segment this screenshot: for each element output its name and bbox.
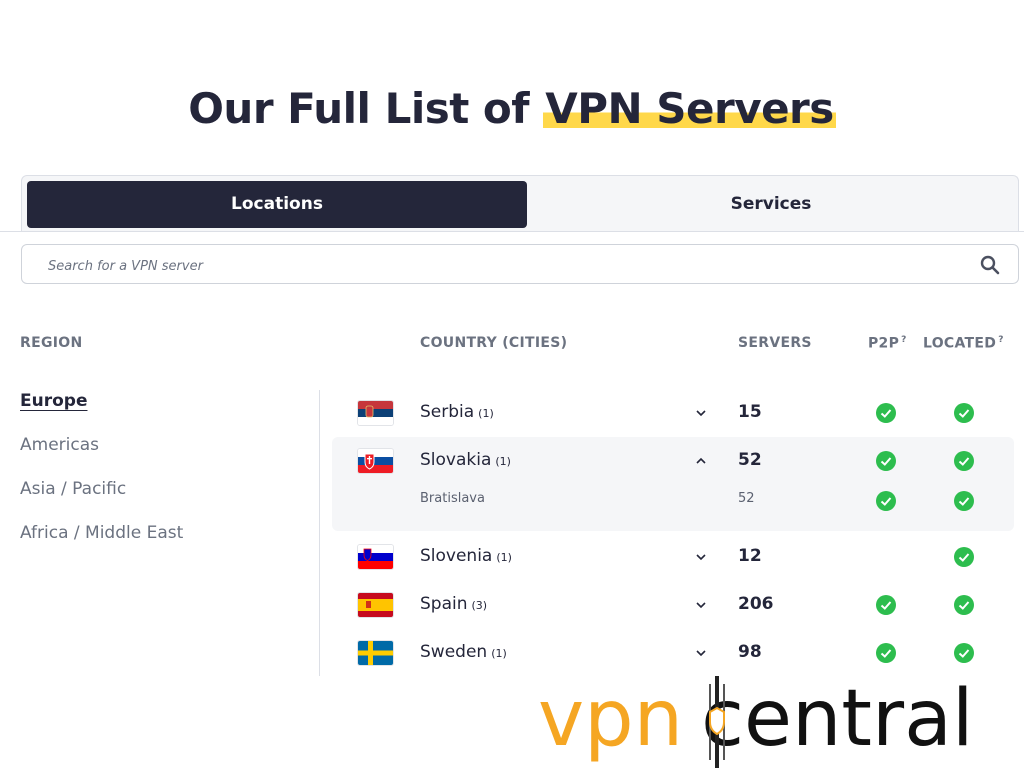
header-servers: SERVERS: [738, 335, 812, 351]
chevron-down-icon[interactable]: [694, 646, 708, 660]
search-bar: [21, 244, 1019, 284]
located-check-icon: [954, 547, 974, 567]
city-count: (1): [496, 551, 512, 564]
chevron-down-icon[interactable]: [694, 598, 708, 612]
header-country: COUNTRY (CITIES): [420, 335, 568, 351]
search-input[interactable]: [46, 254, 950, 278]
p2p-check-icon: [876, 491, 896, 511]
country-row-spain[interactable]: Spain (3) 206: [332, 581, 1014, 629]
country-name-text: Serbia: [420, 402, 475, 422]
city-count: (1): [495, 455, 511, 468]
country-name: Serbia (1): [420, 402, 494, 422]
located-help-icon[interactable]: ?: [998, 335, 1004, 345]
country-row-sweden[interactable]: Sweden (1) 98: [332, 629, 1014, 677]
region-europe[interactable]: Europe: [20, 388, 183, 432]
located-check-icon: [954, 595, 974, 615]
logo-shield-icon: [709, 676, 725, 768]
chevron-up-icon[interactable]: [694, 454, 708, 468]
column-divider: [319, 390, 320, 676]
server-count: 12: [738, 546, 762, 566]
region-africa-middle-east[interactable]: Africa / Middle East: [20, 520, 183, 564]
sweden-flag-icon: [358, 641, 393, 665]
vpncentral-logo: vpn central: [538, 676, 1024, 768]
server-count: 98: [738, 642, 762, 662]
slovenia-flag-icon: [358, 545, 393, 569]
country-name: Slovakia (1): [420, 450, 511, 470]
tab-bar: Locations Services: [21, 175, 1019, 231]
region-americas[interactable]: Americas: [20, 432, 183, 476]
tab-services[interactable]: Services: [527, 181, 1015, 228]
serbia-flag-icon: [358, 401, 393, 425]
p2p-check-icon: [876, 595, 896, 615]
p2p-check-icon: [876, 403, 896, 423]
server-count: 15: [738, 402, 762, 422]
country-name-text: Slovenia: [420, 546, 493, 566]
server-count: 52: [738, 450, 762, 470]
country-name-text: Sweden: [420, 642, 488, 662]
region-list: Europe Americas Asia / Pacific Africa / …: [20, 388, 183, 564]
country-name: Slovenia (1): [420, 546, 512, 566]
city-count: (1): [478, 407, 494, 420]
country-row-slovenia[interactable]: Slovenia (1) 12: [332, 533, 1014, 581]
country-row-serbia[interactable]: Serbia (1) 15: [332, 389, 1014, 437]
header-located: LOCATED?: [923, 335, 1004, 352]
located-check-icon: [954, 451, 974, 471]
city-name: Bratislava: [420, 491, 485, 506]
city-count: (1): [491, 647, 507, 660]
tab-divider: [0, 231, 1024, 232]
page-title: Our Full List of VPN Servers: [0, 84, 1024, 133]
tab-locations[interactable]: Locations: [27, 181, 527, 228]
search-icon[interactable]: [980, 255, 1000, 275]
located-check-icon: [954, 491, 974, 511]
country-name: Sweden (1): [420, 642, 507, 662]
logo-vpn: vpn: [538, 676, 684, 764]
p2p-check-icon: [876, 643, 896, 663]
header-p2p: P2P?: [868, 335, 907, 352]
located-check-icon: [954, 403, 974, 423]
logo-central: central: [701, 676, 974, 764]
chevron-down-icon[interactable]: [694, 550, 708, 564]
region-asia-pacific[interactable]: Asia / Pacific: [20, 476, 183, 520]
p2p-help-icon[interactable]: ?: [901, 335, 907, 345]
header-located-label: LOCATED: [923, 335, 997, 352]
spain-flag-icon: [358, 593, 393, 617]
country-name-text: Spain: [420, 594, 468, 614]
header-region: REGION: [20, 335, 83, 351]
page-title-prefix: Our Full List of: [188, 84, 544, 133]
header-p2p-label: P2P: [868, 335, 900, 352]
country-name: Spain (3): [420, 594, 487, 614]
city-row-bratislava: Bratislava 52: [332, 477, 1014, 525]
city-server-count: 52: [738, 491, 755, 506]
country-name-text: Slovakia: [420, 450, 492, 470]
located-check-icon: [954, 643, 974, 663]
slovakia-flag-icon: [358, 449, 393, 473]
city-count: (3): [471, 599, 488, 612]
p2p-check-icon: [876, 451, 896, 471]
page-title-highlight: VPN Servers: [543, 84, 836, 133]
chevron-down-icon[interactable]: [694, 406, 708, 420]
server-count: 206: [738, 594, 774, 614]
